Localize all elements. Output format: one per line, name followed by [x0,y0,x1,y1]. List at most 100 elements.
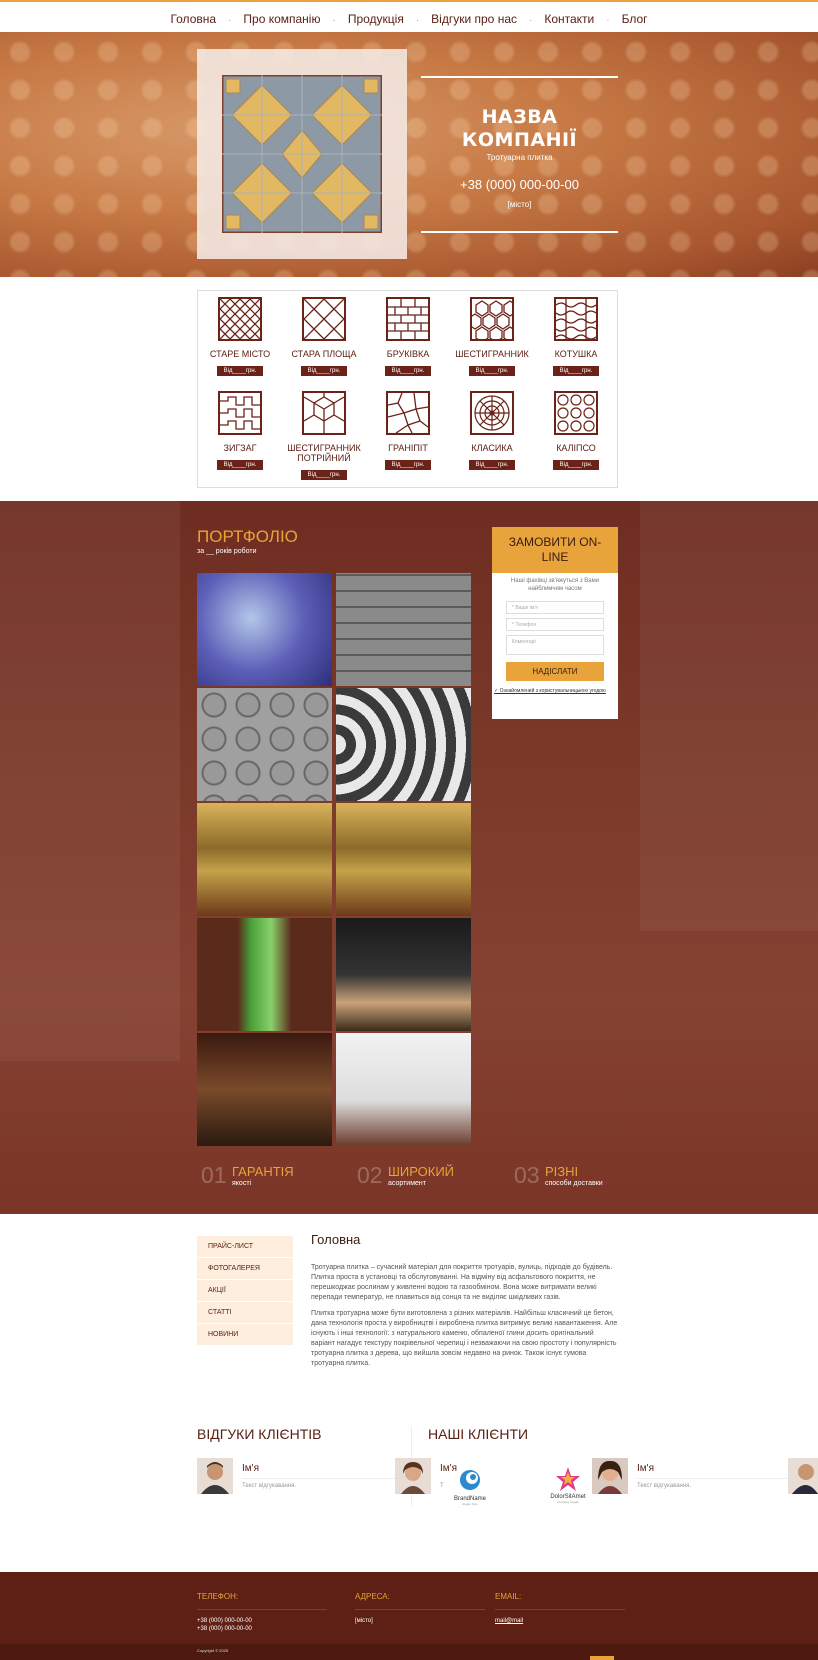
product-price: Від____грн. [216,366,264,376]
product-card[interactable]: ЗИГЗАГ Від____грн. [198,391,282,471]
company-city: [місто] [507,200,532,209]
nav-separator: · [529,15,533,26]
gallery-image-grey-paving[interactable] [336,573,471,686]
sidebar-item-price-list[interactable]: ПРАЙС-ЛИСТ [197,1236,293,1258]
nav-item-home[interactable]: Головна [170,12,216,26]
nav-separator: · [228,15,232,26]
phone-input[interactable]: * Телефон [506,618,604,631]
company-phone[interactable]: +38 (000) 000-00-00 [421,177,618,192]
client-logo-dolorsitamet: DolorSitAmet company slogan [544,1466,592,1504]
feature-title: ГАРАНТІЯ [232,1164,294,1179]
order-form-note: Наші фахівці зв'яжуться з Вами найблимчи… [510,578,600,592]
footer-address-label: АДРЕСА: [355,1592,390,1601]
sidebar-item-articles[interactable]: СТАТТІ [197,1302,293,1324]
footer-phone-label: ТЕЛЕФОН: [197,1592,239,1601]
review-divider [242,1478,402,1479]
hero-tile-image [197,49,407,259]
agreement-checkbox[interactable]: ✓ Ознайомлений з користувальницькою угод… [492,681,618,694]
triple-hexagon-icon [302,391,346,435]
client-logo-brandname: BrandName slogan here [450,1468,490,1506]
sidebar-item-news[interactable]: НОВИНИ [197,1324,293,1346]
building-silhouette [640,501,818,931]
footer-address-value: [місто] [355,1618,373,1624]
company-tagline: Тротуарна плитка [486,153,553,162]
footer-phone-number: +38 (000) 000-00-00 +38 (000) 000-00-00 [197,1617,337,1633]
gallery-image-circle-paving[interactable] [197,688,332,801]
nav-item-about[interactable]: Про компанію [243,12,320,26]
product-price: Від____грн. [300,366,348,376]
product-price: Від____грн. [300,470,348,480]
diamond-lattice-icon [302,297,346,341]
content-paragraph: Плитка тротуарна може бути виготовлена з… [311,1310,618,1367]
product-card[interactable]: ШЕСТИГРАННИК Від____грн. [450,297,534,377]
zigzag-pattern-icon [218,391,262,435]
product-name: СТАРЕ МІСТО [209,349,271,359]
page-title: Головна [311,1232,361,1247]
portfolio-title: ПОРТФОЛІО [197,527,298,546]
footer-address: АДРЕСА: [місто] [355,1592,495,1625]
gallery-image-spiral-staircase[interactable] [336,1033,471,1146]
product-card[interactable]: КОТУШКА Від____грн. [534,297,618,377]
product-card[interactable]: БРУКІВКА Від____грн. [366,297,450,377]
comment-textarea[interactable]: Коментарі [506,635,604,655]
gallery-image-living-room[interactable] [197,1033,332,1146]
footer-divider [197,1609,327,1610]
sidebar-item-promotions[interactable]: АКЦІЇ [197,1280,293,1302]
cobblestone-texture [0,32,818,277]
page-content: Тротуарна плитка – сучасний матеріал для… [311,1263,618,1375]
gallery-image-kitchen[interactable] [197,803,332,916]
order-online-form: ЗАМОВИТИ ON-LINE Наші фахівці зв'яжуться… [492,527,618,719]
review-divider [637,1478,797,1479]
avatar [788,1458,818,1494]
product-card[interactable]: КАЛІПСО Від____грн. [534,391,618,471]
nav-item-blog[interactable]: Блог [622,12,648,26]
product-card[interactable]: КЛАСИКА Від____грн. [450,391,534,471]
client-slogan: company slogan [557,1500,579,1504]
feature-title: ШИРОКИЙ [388,1164,455,1179]
product-name: КАЛІПСО [556,443,596,453]
nav-item-contacts[interactable]: Контакти [544,12,594,26]
footer: ТЕЛЕФОН: +38 (000) 000-00-00 +38 (000) 0… [0,1572,818,1644]
footer-phone-1[interactable]: +38 (000) 000-00-00 [197,1617,337,1625]
portfolio-subtitle: за __ років роботи [197,548,257,555]
scroll-top-button[interactable] [590,1656,614,1660]
gallery-image-bookshelf-window[interactable] [197,918,332,1031]
product-card[interactable]: ГРАНІПІТ Від____грн. [366,391,450,471]
review-text: Т [440,1483,444,1489]
review-text: Текст відгукавання. [242,1483,297,1489]
feature-number: 02 [357,1162,383,1188]
gallery-image-wave-mosaic[interactable] [336,688,471,801]
gallery-image-kitchen[interactable] [336,803,471,916]
nav-item-products[interactable]: Продукція [348,12,404,26]
content-paragraph: Тротуарна плитка – сучасний матеріал для… [311,1264,613,1301]
product-price: Від____грн. [468,366,516,376]
hero-banner: НАЗВА КОМПАНІЇ Тротуарна плитка +38 (000… [0,32,818,277]
product-card[interactable]: СТАРА ПЛОЩА Від____грн. [282,297,366,377]
nav-separator: · [332,15,336,26]
footer-divider [495,1609,625,1610]
product-name: КОТУШКА [554,349,598,359]
footer-phone-2[interactable]: +38 (000) 000-00-00 [197,1625,337,1633]
product-price: Від____грн. [468,460,516,470]
product-card[interactable]: ШЕСТИГРАННИК ПОТРІЙНИЙ Від____грн. [282,391,366,481]
product-name: ЗИГЗАГ [223,443,257,453]
circles-pattern-icon [554,391,598,435]
footer-email-link[interactable]: mail@mail [495,1617,635,1625]
nav-item-reviews[interactable]: Відгуки про нас [431,12,517,26]
footer-email-label: EMAIL: [495,1592,522,1601]
avatar [395,1458,431,1494]
product-name: КЛАСИКА [471,443,513,453]
avatar [197,1458,233,1494]
gallery-image-modern-bedroom[interactable] [336,918,471,1031]
top-navigation-bar: Головна · Про компанію · Продукція · Відгуки п… [0,0,818,32]
order-form-title: ЗАМОВИТИ ON-LINE [492,527,618,573]
name-input[interactable]: * Ваше ім'я [506,601,604,614]
gallery-image-blue-cobblestone[interactable] [197,573,332,686]
product-card[interactable]: СТАРЕ МІСТО Від____грн. [198,297,282,377]
product-name: ГРАНІПІТ [388,443,428,453]
avatar [592,1458,628,1494]
submit-button[interactable]: НАДІСЛАТИ [506,662,604,681]
footer-phone: ТЕЛЕФОН: +38 (000) 000-00-00 +38 (000) 0… [197,1592,337,1633]
sidebar-item-gallery[interactable]: ФОТОГАЛЕРЕЯ [197,1258,293,1280]
feature-subtitle: якості [232,1180,252,1187]
